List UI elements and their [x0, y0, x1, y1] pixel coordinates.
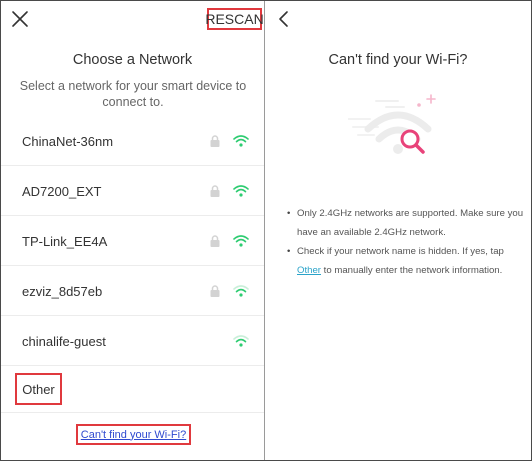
bullet-text: to manually enter the network informatio…	[321, 265, 503, 276]
network-name: AD7200_EXT	[22, 183, 102, 199]
page-subtitle: Select a network for your smart device t…	[19, 79, 247, 109]
lock-icon	[210, 235, 220, 247]
close-icon	[12, 11, 28, 27]
page-title: Can't find your Wi-Fi?	[328, 52, 468, 68]
network-name: chinalife-guest	[22, 333, 106, 349]
wifi-icon	[233, 285, 249, 297]
close-button[interactable]	[10, 9, 30, 29]
wifi-icon	[233, 135, 249, 147]
other-link[interactable]: Other	[297, 265, 321, 276]
other-network-button[interactable]: Other	[15, 373, 62, 405]
lock-icon	[210, 185, 220, 197]
network-item[interactable]: ChinaNet-36nm	[1, 116, 264, 166]
wifi-icon	[233, 185, 249, 197]
network-name: ChinaNet-36nm	[22, 133, 114, 149]
search-icon	[400, 129, 425, 154]
help-bullet-list: Only 2.4GHz networks are supported. Make…	[287, 204, 527, 280]
network-item[interactable]: TP-Link_EE4A	[1, 216, 264, 266]
bullet-hidden-network: Check if your network name is hidden. If…	[287, 242, 527, 280]
wifi-search-illustration	[348, 94, 436, 154]
rescan-button[interactable]: RESCAN	[205, 8, 264, 30]
network-item[interactable]: chinalife-guest	[1, 316, 264, 366]
other-network-row: Other	[1, 363, 264, 413]
network-item[interactable]: ezviz_8d57eb	[1, 266, 264, 316]
cant-find-wifi-screen: Can't find your Wi-Fi? Only 2.4GHz netwo…	[265, 1, 531, 460]
bullet-text: Check if your network name is hidden. If…	[297, 246, 504, 257]
back-button[interactable]	[277, 9, 291, 29]
cant-find-wifi-link[interactable]: Can't find your Wi-Fi?	[76, 424, 191, 445]
network-item[interactable]: AD7200_EXT	[1, 166, 264, 216]
wifi-icon	[233, 335, 249, 347]
chevron-left-icon	[279, 11, 288, 27]
lock-icon	[210, 135, 220, 147]
network-list: ChinaNet-36nm AD7200_EXT TP-Link_EE4A ez…	[1, 116, 264, 366]
bullet-2ghz-only: Only 2.4GHz networks are supported. Make…	[287, 204, 527, 242]
network-name: ezviz_8d57eb	[22, 283, 103, 299]
page-title: Choose a Network	[72, 52, 193, 68]
wifi-icon	[233, 235, 249, 247]
choose-network-screen: RESCAN Choose a Network Select a network…	[1, 1, 264, 460]
network-name: TP-Link_EE4A	[22, 233, 108, 249]
lock-icon	[210, 285, 220, 297]
